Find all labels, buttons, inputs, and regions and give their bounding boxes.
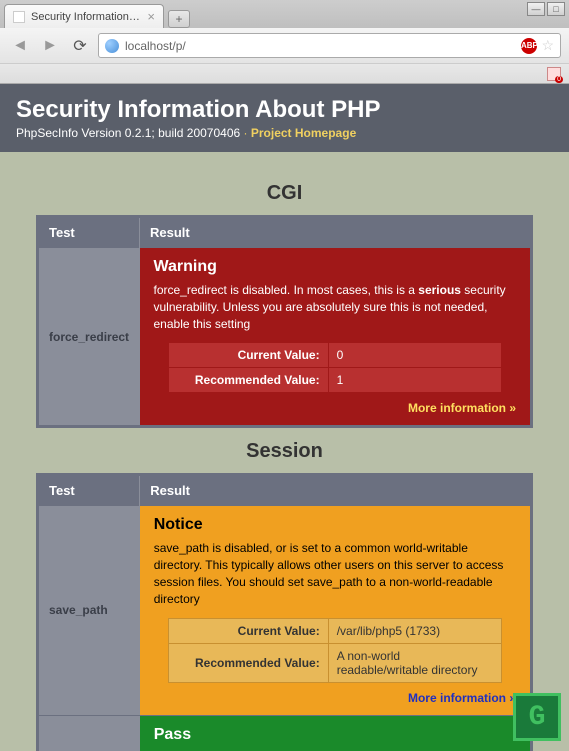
values-table: Current Value: 0 Recommended Value: 1 — [168, 342, 502, 393]
table-row: save_path Notice save_path is disabled, … — [38, 506, 532, 715]
window-controls: — □ — [527, 2, 565, 16]
corner-logo: G — [513, 693, 561, 741]
col-header-result: Result — [140, 475, 532, 506]
tab-title: Security Information Ab — [31, 11, 141, 23]
tab-bar: Security Information Ab × + — □ — [0, 0, 569, 28]
url-text: localhost/p/ — [125, 39, 515, 53]
recommended-value: A non-world readable/writable directory — [328, 643, 501, 682]
status-label: Notice — [154, 516, 516, 534]
current-value-label: Current Value: — [169, 618, 329, 643]
nav-bar: ◄ ► ⟳ localhost/p/ ABP ☆ — [0, 28, 569, 63]
status-label: Pass — [154, 726, 516, 744]
new-tab-button[interactable]: + — [168, 10, 190, 28]
table-row: force_redirect Warning force_redirect is… — [38, 248, 532, 427]
result-cell-pass: Pass use_trans_sid is disabled, which is… — [140, 715, 532, 751]
current-value: /var/lib/php5 (1733) — [328, 618, 501, 643]
result-description: save_path is disabled, or is set to a co… — [154, 540, 516, 607]
test-name: force_redirect — [38, 248, 140, 427]
col-header-test: Test — [38, 475, 140, 506]
more-info-link[interactable]: More information » — [408, 691, 516, 705]
maximize-button[interactable]: □ — [547, 2, 565, 16]
values-table: Current Value: /var/lib/php5 (1733) Reco… — [168, 618, 501, 683]
adblock-icon[interactable]: ABP — [521, 38, 537, 54]
recommended-value-label: Recommended Value: — [169, 368, 329, 393]
section-title-session: Session — [36, 440, 533, 463]
test-name: use_trans_sid — [38, 715, 140, 751]
project-homepage-link[interactable]: Project Homepage — [251, 126, 356, 140]
close-icon[interactable]: × — [147, 9, 155, 24]
page-favicon — [13, 11, 25, 23]
globe-icon — [105, 39, 119, 53]
more-info-link[interactable]: More information » — [408, 401, 516, 415]
bookmark-item-icon[interactable]: 0 — [547, 67, 561, 81]
cgi-table: Test Result force_redirect Warning force… — [36, 215, 533, 428]
url-bar[interactable]: localhost/p/ ABP ☆ — [98, 33, 561, 58]
current-value-label: Current Value: — [169, 343, 329, 368]
page-subtitle: PhpSecInfo Version 0.2.1; build 20070406… — [16, 126, 553, 140]
bookmark-bar: 0 — [0, 63, 569, 83]
browser-tab[interactable]: Security Information Ab × — [4, 4, 164, 28]
forward-button[interactable]: ► — [38, 35, 62, 57]
separator: · — [244, 126, 251, 140]
result-cell-warning: Warning force_redirect is disabled. In m… — [140, 248, 532, 427]
reload-button[interactable]: ⟳ — [68, 35, 92, 57]
browser-chrome: Security Information Ab × + — □ ◄ ► ⟳ lo… — [0, 0, 569, 84]
page-header: Security Information About PHP PhpSecInf… — [0, 84, 569, 152]
section-title-cgi: CGI — [36, 182, 533, 205]
session-table: Test Result save_path Notice save_path i… — [36, 473, 533, 751]
page-title: Security Information About PHP — [16, 96, 553, 124]
back-button[interactable]: ◄ — [8, 35, 32, 57]
more-info: More information » — [154, 691, 516, 705]
bookmark-badge: 0 — [555, 76, 563, 83]
col-header-test: Test — [38, 217, 140, 248]
more-info: More information » — [154, 401, 517, 415]
recommended-value: 1 — [328, 368, 501, 393]
current-value: 0 — [328, 343, 501, 368]
bookmark-star-icon[interactable]: ☆ — [541, 37, 554, 54]
version-text: PhpSecInfo Version 0.2.1; build 20070406 — [16, 126, 240, 140]
test-name: save_path — [38, 506, 140, 715]
result-cell-notice: Notice save_path is disabled, or is set … — [140, 506, 532, 715]
content-area: CGI Test Result force_redirect Warning f… — [0, 152, 569, 751]
col-header-result: Result — [140, 217, 532, 248]
result-description: force_redirect is disabled. In most case… — [154, 282, 517, 332]
recommended-value-label: Recommended Value: — [169, 643, 329, 682]
table-row: use_trans_sid Pass use_trans_sid is disa… — [38, 715, 532, 751]
page-viewport: Security Information About PHP PhpSecInf… — [0, 84, 569, 751]
minimize-button[interactable]: — — [527, 2, 545, 16]
status-label: Warning — [154, 258, 517, 276]
